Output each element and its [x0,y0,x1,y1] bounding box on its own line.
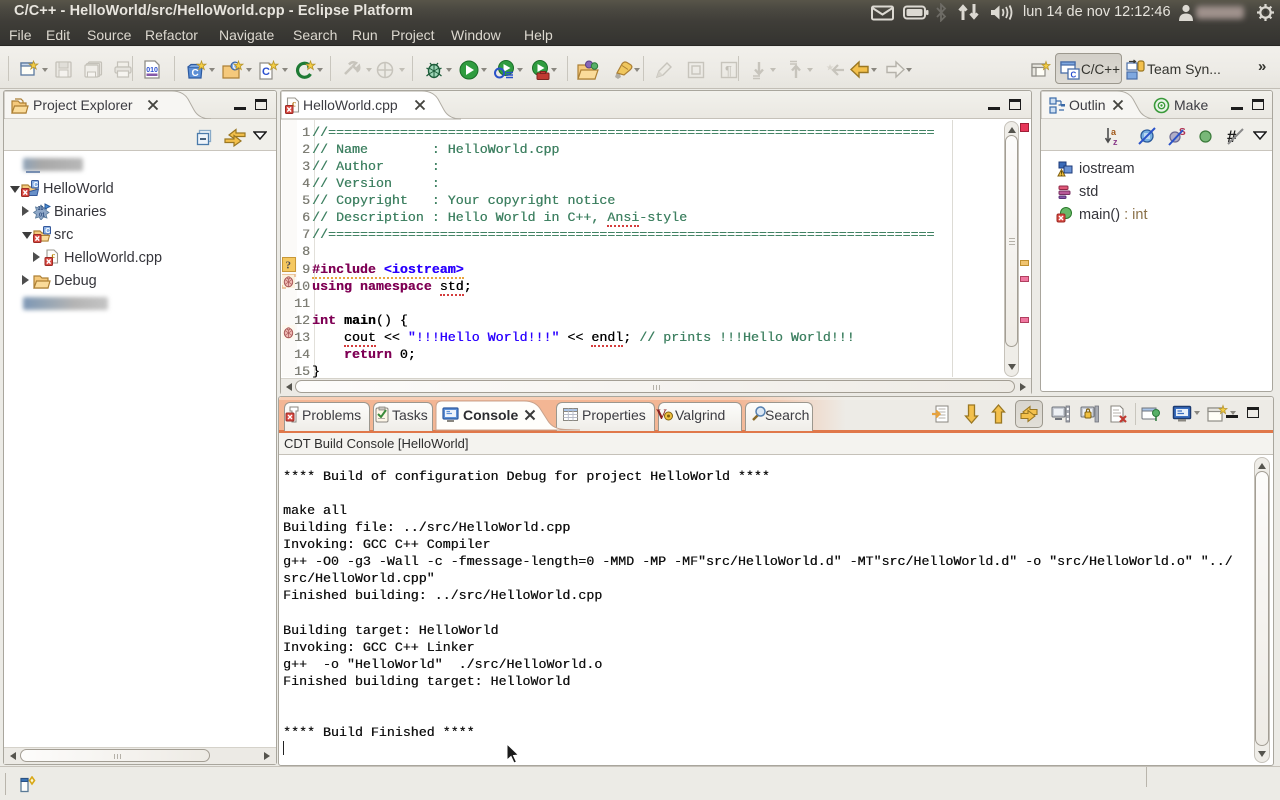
svg-text:C: C [33,182,38,189]
svg-text:C: C [262,66,270,78]
svg-text:C: C [45,228,50,235]
svg-text:010: 010 [146,67,158,74]
svg-text:a: a [1111,127,1117,137]
svg-text:10: 10 [38,206,44,212]
svg-text:z: z [1113,137,1118,146]
svg-text:¶: ¶ [725,63,732,78]
svg-text:!: ! [1061,171,1063,177]
svg-text:01: 01 [39,213,45,219]
svg-text:C: C [192,68,199,79]
svg-text:C: C [1071,71,1077,80]
svg-text:?: ? [286,260,292,272]
